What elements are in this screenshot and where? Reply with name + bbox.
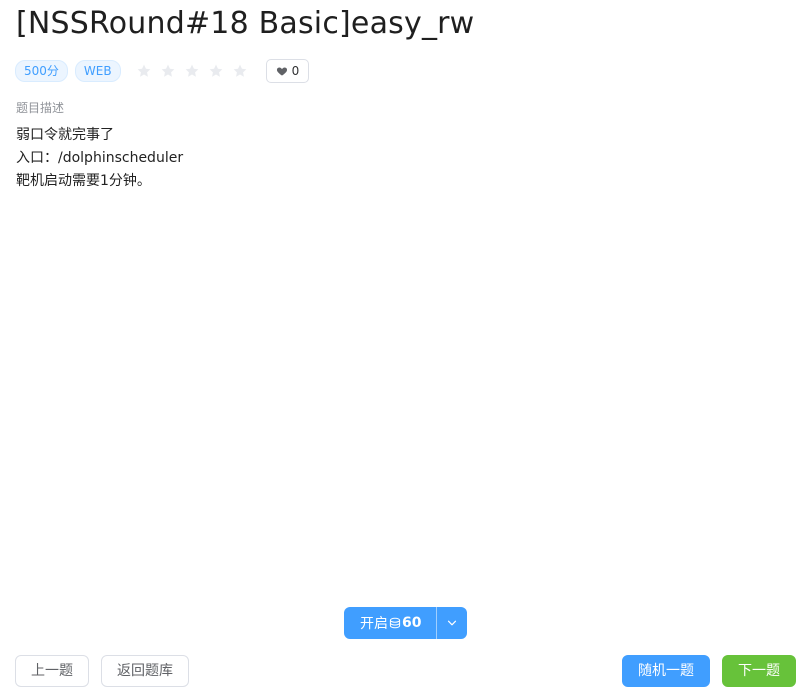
description-label: 题目描述 [16, 101, 65, 115]
back-to-list-button[interactable]: 返回题库 [101, 655, 189, 687]
start-button-group: 开启 60 [344, 607, 468, 639]
points-tag: 500分 [15, 60, 68, 82]
description-body: 弱口令就完事了 入口：/dolphinscheduler 靶机启动需要1分钟。 [16, 124, 183, 193]
description-line: 靶机启动需要1分钟。 [16, 173, 151, 189]
star-icon[interactable] [228, 60, 252, 82]
start-instance-button[interactable]: 开启 60 [344, 607, 436, 639]
prev-challenge-button[interactable]: 上一题 [15, 655, 89, 687]
challenge-title: [NSSRound#18 Basic]easy_rw [16, 6, 475, 41]
description-line: 弱口令就完事了 [16, 127, 114, 143]
category-tag: WEB [74, 60, 121, 82]
star-icon[interactable] [132, 60, 156, 82]
star-icon[interactable] [204, 60, 228, 82]
start-dropdown-button[interactable] [437, 607, 467, 639]
start-label: 开启 [360, 616, 388, 632]
coin-icon [389, 617, 401, 629]
random-challenge-button[interactable]: 随机一题 [622, 655, 710, 687]
description-line: 入口：/dolphinscheduler [16, 150, 184, 166]
start-cost: 60 [402, 615, 422, 631]
challenge-meta: 500分 WEB 0 [15, 59, 310, 83]
heart-icon [276, 65, 288, 77]
challenge-page: [NSSRound#18 Basic]easy_rw 500分 WEB 0 题目… [0, 0, 811, 700]
like-count: 0 [291, 64, 300, 78]
chevron-down-icon [447, 618, 457, 628]
star-icon[interactable] [180, 60, 204, 82]
like-button[interactable]: 0 [265, 59, 310, 83]
star-icon[interactable] [156, 60, 180, 82]
next-challenge-button[interactable]: 下一题 [722, 655, 796, 687]
rating-stars[interactable] [132, 60, 252, 82]
